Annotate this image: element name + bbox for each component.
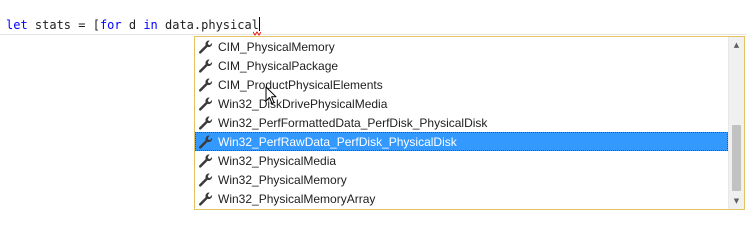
keyword-for: for [99, 18, 122, 32]
scroll-thumb[interactable] [732, 125, 741, 191]
completion-item[interactable]: Win32_PhysicalMemoryArray [195, 189, 728, 208]
completion-item-label: CIM_PhysicalMemory [218, 39, 335, 54]
wrench-icon [197, 77, 213, 93]
scroll-down-arrow[interactable]: ▼ [729, 193, 744, 209]
completion-item[interactable]: CIM_PhysicalMemory [195, 37, 728, 56]
keyword-in: in [143, 18, 158, 32]
wrench-icon [197, 96, 213, 112]
mouse-pointer-icon [265, 86, 277, 104]
text-caret [258, 17, 260, 31]
code-editor[interactable]: let stats = [for d in data.physical CIM_… [0, 0, 746, 224]
completion-item[interactable]: Win32_PhysicalMemory [195, 170, 728, 189]
completion-item[interactable]: Win32_PhysicalMedia [195, 151, 728, 170]
completion-item[interactable]: CIM_PhysicalPackage [195, 56, 728, 75]
wrench-icon [197, 134, 213, 150]
completion-item-label: Win32_DiskDrivePhysicalMedia [218, 96, 388, 111]
completion-item-label: Win32_PerfRawData_PerfDisk_PhysicalDisk [218, 134, 457, 149]
completion-item-label: Win32_PerfFormattedData_PerfDisk_Physica… [218, 115, 488, 130]
completion-item[interactable]: Win32_PerfRawData_PerfDisk_PhysicalDisk [195, 132, 728, 151]
code-segment: stats = [ [27, 18, 100, 32]
completion-item[interactable]: Win32_PerfFormattedData_PerfDisk_Physica… [195, 113, 728, 132]
completion-item-label: CIM_ProductPhysicalElements [218, 77, 383, 92]
vertical-scrollbar[interactable]: ▲ ▼ [728, 37, 744, 209]
scroll-up-arrow[interactable]: ▲ [729, 37, 744, 53]
completion-item-label: Win32_PhysicalMemory [218, 172, 347, 187]
keyword-let: let [6, 18, 28, 32]
wrench-icon [197, 115, 213, 131]
completion-items: CIM_PhysicalMemory CIM_PhysicalPackage CIM… [195, 37, 728, 208]
code-text[interactable]: let stats = [for d in data.physical [6, 17, 260, 33]
completion-list[interactable]: CIM_PhysicalMemory CIM_PhysicalPackage CIM… [194, 36, 745, 210]
wrench-icon [197, 39, 213, 55]
code-segment: data.physical [157, 18, 259, 32]
completion-item-label: Win32_PhysicalMedia [218, 153, 337, 168]
wrench-icon [197, 191, 213, 207]
wrench-icon [197, 172, 213, 188]
completion-item-label: CIM_PhysicalPackage [218, 58, 339, 73]
wrench-icon [197, 153, 213, 169]
completion-item-label: Win32_PhysicalMemoryArray [218, 191, 376, 206]
code-line[interactable]: let stats = [for d in data.physical [0, 16, 746, 35]
wrench-icon [197, 58, 213, 74]
code-segment: d [121, 18, 144, 32]
